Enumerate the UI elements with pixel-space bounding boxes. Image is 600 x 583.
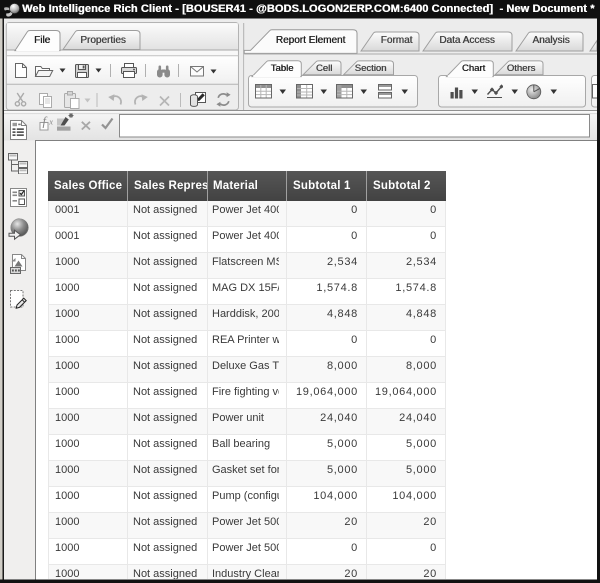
svg-text:x: x — [48, 116, 53, 126]
